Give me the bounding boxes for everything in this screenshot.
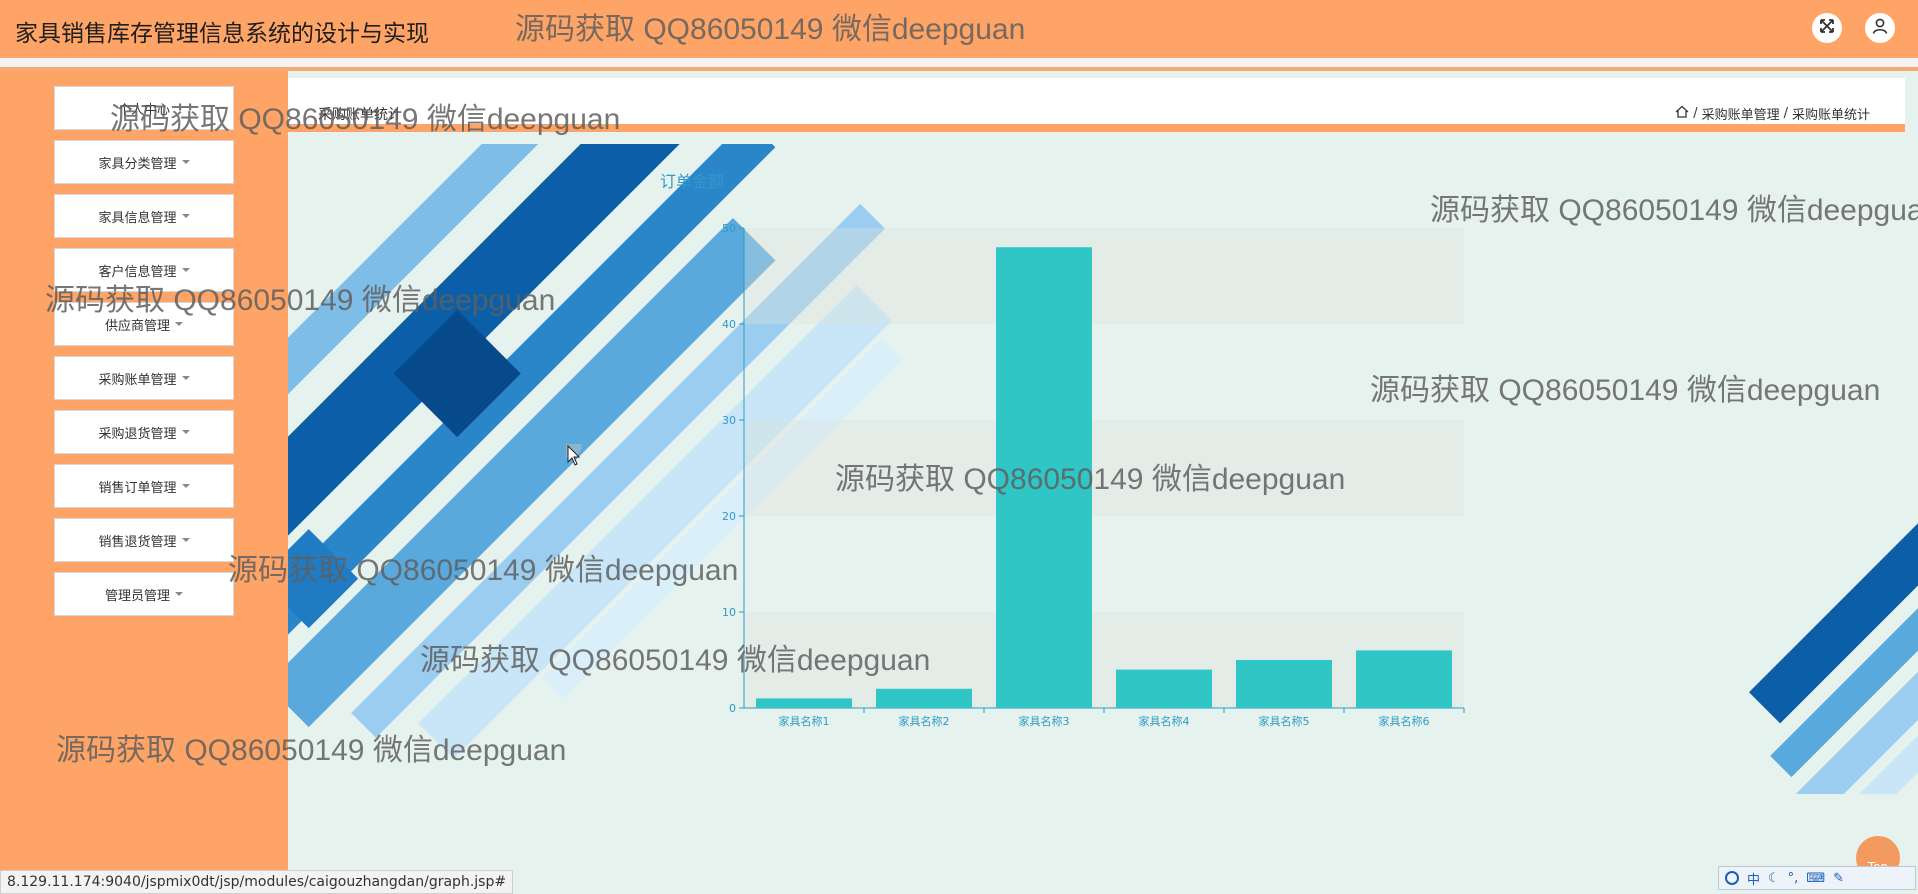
breadcrumb: / 采购账单管理 / 采购账单统计 <box>1675 104 1870 123</box>
sidebar-item-2[interactable]: 家具分类管理 <box>54 140 234 184</box>
main-content: 订单金额 0 10 20 30 40 50 家具名称1 家具名称2 家具名称3 家具名称4 家具名称5… <box>288 144 1918 794</box>
expand-icon <box>1818 17 1836 39</box>
chevron-down-icon <box>181 214 190 218</box>
sidebar-item-label: 管理员管理 <box>104 588 170 604</box>
chevron-down-icon <box>181 484 190 488</box>
bar <box>1236 660 1332 708</box>
app-title: 家具销售库存管理信息系统的设计与实现 <box>15 21 429 47</box>
x-tick-label: 家具名称6 <box>1379 714 1430 728</box>
x-tick-label: 家具名称2 <box>899 714 950 728</box>
tools-icon[interactable]: ✎ <box>1833 871 1844 886</box>
chevron-down-icon <box>181 430 190 434</box>
header-divider <box>0 58 1918 67</box>
moon-icon[interactable]: ☾ <box>1768 871 1780 886</box>
chevron-down-icon <box>181 538 190 542</box>
sidebar-item-label: 客户信息管理 <box>98 264 177 280</box>
chevron-down-icon <box>181 268 190 272</box>
sidebar-item-9[interactable]: 销售退货管理 <box>54 518 234 562</box>
sidebar-item-1[interactable]: 个人中心 <box>54 86 234 130</box>
y-tick-label: 50 <box>722 222 736 235</box>
chevron-down-icon <box>175 322 183 326</box>
x-tick-label: 家具名称5 <box>1259 714 1310 728</box>
sidebar-item-label: 销售订单管理 <box>98 480 177 496</box>
chart-title: 订单金额 <box>660 172 724 191</box>
top-header-bar: 家具销售库存管理信息系统的设计与实现 <box>0 0 1918 58</box>
sidebar-item-10[interactable]: 管理员管理 <box>54 572 234 616</box>
keyboard-icon[interactable]: ⌨ <box>1806 871 1825 886</box>
mouse-cursor <box>554 430 586 472</box>
x-tick-label: 家具名称1 <box>779 714 830 728</box>
sidebar-item-label: 供应商管理 <box>104 318 170 334</box>
chevron-down-icon <box>181 376 190 380</box>
y-tick-label: 0 <box>729 702 736 715</box>
sidebar-item-7[interactable]: 采购退货管理 <box>54 410 234 454</box>
fullscreen-button[interactable] <box>1812 13 1842 43</box>
punctuation-icon[interactable]: °, <box>1788 871 1799 886</box>
breadcrumb-current: 采购账单统计 <box>1791 108 1870 123</box>
bar <box>1116 669 1212 708</box>
sidebar-item-8[interactable]: 销售订单管理 <box>54 464 234 508</box>
user-icon <box>1871 17 1889 39</box>
grid-band <box>744 228 1464 324</box>
bar <box>1356 650 1452 708</box>
sidebar-item-label: 个人中心 <box>117 102 170 118</box>
y-tick-label: 40 <box>722 318 736 331</box>
breadcrumb-separator: / <box>1783 106 1788 121</box>
y-tick-label: 10 <box>722 606 736 619</box>
sidebar-item-3[interactable]: 家具信息管理 <box>54 194 234 238</box>
chevron-down-icon <box>175 592 183 596</box>
x-tick-label: 家具名称4 <box>1139 714 1190 728</box>
ime-toolbar[interactable]: 中 ☾ °, ⌨ ✎ <box>1718 866 1916 890</box>
sidebar-item-label: 家具信息管理 <box>98 210 177 226</box>
bar <box>876 688 972 708</box>
sidebar-item-label: 家具分类管理 <box>98 156 177 172</box>
sidebar-item-label: 采购退货管理 <box>98 426 177 442</box>
sidebar-item-5[interactable]: 供应商管理 <box>54 302 234 346</box>
user-button[interactable] <box>1865 13 1895 43</box>
sidebar-item-label: 采购账单管理 <box>98 372 177 388</box>
home-icon[interactable] <box>1675 105 1689 122</box>
ime-logo-icon <box>1725 871 1739 885</box>
status-bar-url: 8.129.11.174:9040/jspmix0dt/jsp/modules/… <box>0 870 514 894</box>
bar <box>996 247 1092 708</box>
y-tick-label: 20 <box>722 510 736 523</box>
breadcrumb-link-purchase-bill[interactable]: 采购账单管理 <box>1702 104 1780 123</box>
sidebar-item-label: 销售退货管理 <box>98 534 177 550</box>
sidebar-item-4[interactable]: 客户信息管理 <box>54 248 234 292</box>
ime-mode[interactable]: 中 <box>1747 869 1760 888</box>
breadcrumb-separator: / <box>1693 106 1698 121</box>
y-tick-label: 30 <box>722 414 736 427</box>
grid-band <box>744 420 1464 516</box>
bar-chart: 订单金额 0 10 20 30 40 50 家具名称1 家具名称2 家具名称3 家具名称4 家具名称5… <box>660 172 1465 728</box>
sidebar-item-6[interactable]: 采购账单管理 <box>54 356 234 400</box>
chevron-down-icon <box>181 160 190 164</box>
page-title: 采购账单统计 <box>318 107 402 123</box>
x-tick-label: 家具名称3 <box>1019 714 1070 728</box>
bar <box>756 698 852 708</box>
breadcrumb-underline <box>288 124 1905 132</box>
breadcrumb-bar <box>288 78 1905 124</box>
